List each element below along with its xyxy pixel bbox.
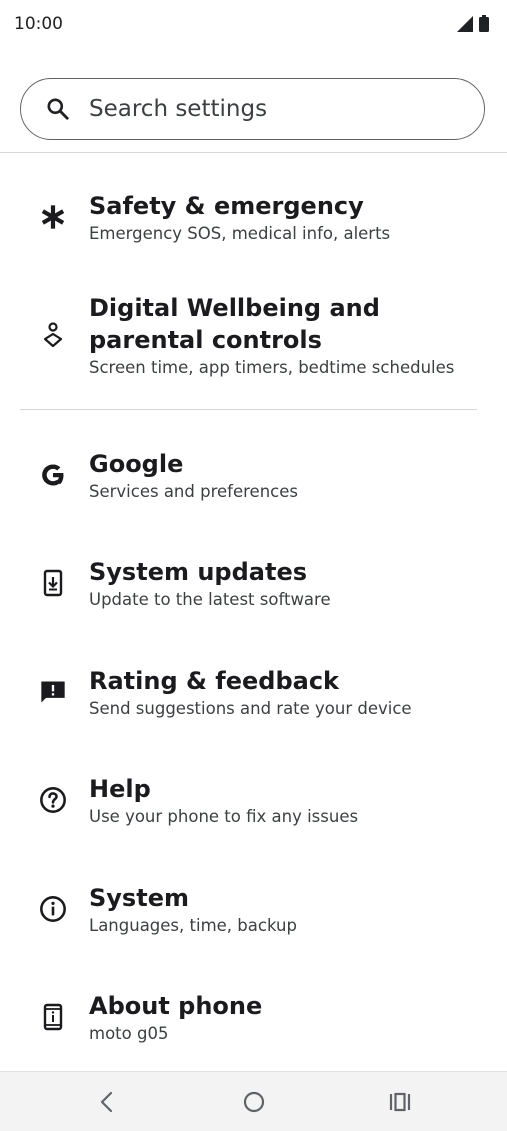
setting-item-system[interactable]: System Languages, time, backup: [0, 882, 507, 952]
setting-item-help[interactable]: Help Use your phone to fix any issues: [0, 773, 507, 843]
setting-subtitle: Use your phone to fix any issues: [89, 807, 359, 826]
wellbeing-icon: [38, 320, 68, 350]
phone-info-icon: [38, 1002, 68, 1032]
setting-text: Safety & emergency Emergency SOS, medica…: [89, 190, 477, 246]
home-icon[interactable]: [242, 1090, 266, 1114]
setting-text: System Languages, time, backup: [89, 882, 477, 938]
setting-item-digital-wellbeing[interactable]: Digital Wellbeing and parental controls …: [0, 292, 507, 382]
status-time: 10:00: [14, 14, 63, 34]
setting-text: Digital Wellbeing and parental controls …: [89, 292, 477, 380]
setting-subtitle: Languages, time, backup: [89, 916, 297, 935]
setting-subtitle: Services and preferences: [89, 482, 298, 501]
battery-icon: [479, 15, 489, 32]
feedback-icon: [38, 677, 68, 707]
setting-subtitle: Screen time, app timers, bedtime schedul…: [89, 358, 455, 377]
divider: [20, 409, 477, 410]
status-bar: 10:00: [0, 0, 507, 48]
setting-text: About phone moto g05: [89, 990, 477, 1046]
setting-title: Digital Wellbeing and parental controls: [89, 294, 380, 354]
setting-title: Google: [89, 450, 184, 478]
setting-title: Rating & feedback: [89, 667, 340, 695]
system-update-icon: [38, 568, 68, 598]
setting-item-about-phone[interactable]: About phone moto g05: [0, 990, 507, 1060]
back-icon[interactable]: [96, 1089, 118, 1115]
asterisk-icon: [38, 202, 68, 232]
setting-subtitle: Send suggestions and rate your device: [89, 699, 412, 718]
status-icons: [457, 15, 489, 32]
setting-text: Google Services and preferences: [89, 448, 477, 504]
setting-title: Help: [89, 775, 151, 803]
setting-subtitle: moto g05: [89, 1024, 169, 1043]
setting-subtitle: Emergency SOS, medical info, alerts: [89, 224, 391, 243]
divider: [0, 152, 507, 153]
setting-item-safety-emergency[interactable]: Safety & emergency Emergency SOS, medica…: [0, 190, 507, 260]
setting-text: Help Use your phone to fix any issues: [89, 773, 477, 829]
help-icon: [38, 785, 68, 815]
search-placeholder: Search settings: [89, 96, 268, 122]
setting-text: Rating & feedback Send suggestions and r…: [89, 665, 477, 721]
search-icon: [47, 98, 69, 120]
recents-icon[interactable]: [388, 1090, 412, 1114]
signal-icon: [457, 15, 473, 32]
setting-title: System: [89, 884, 189, 912]
google-icon: [38, 460, 68, 490]
setting-item-system-updates[interactable]: System updates Update to the latest soft…: [0, 556, 507, 626]
setting-title: Safety & emergency: [89, 192, 364, 220]
setting-item-rating-feedback[interactable]: Rating & feedback Send suggestions and r…: [0, 665, 507, 735]
info-icon: [38, 894, 68, 924]
setting-item-google[interactable]: Google Services and preferences: [0, 448, 507, 518]
search-bar[interactable]: Search settings: [20, 78, 485, 140]
setting-text: System updates Update to the latest soft…: [89, 556, 477, 612]
navigation-bar: [0, 1071, 507, 1131]
setting-title: System updates: [89, 558, 308, 586]
setting-title: About phone: [89, 992, 263, 1020]
setting-subtitle: Update to the latest software: [89, 590, 331, 609]
